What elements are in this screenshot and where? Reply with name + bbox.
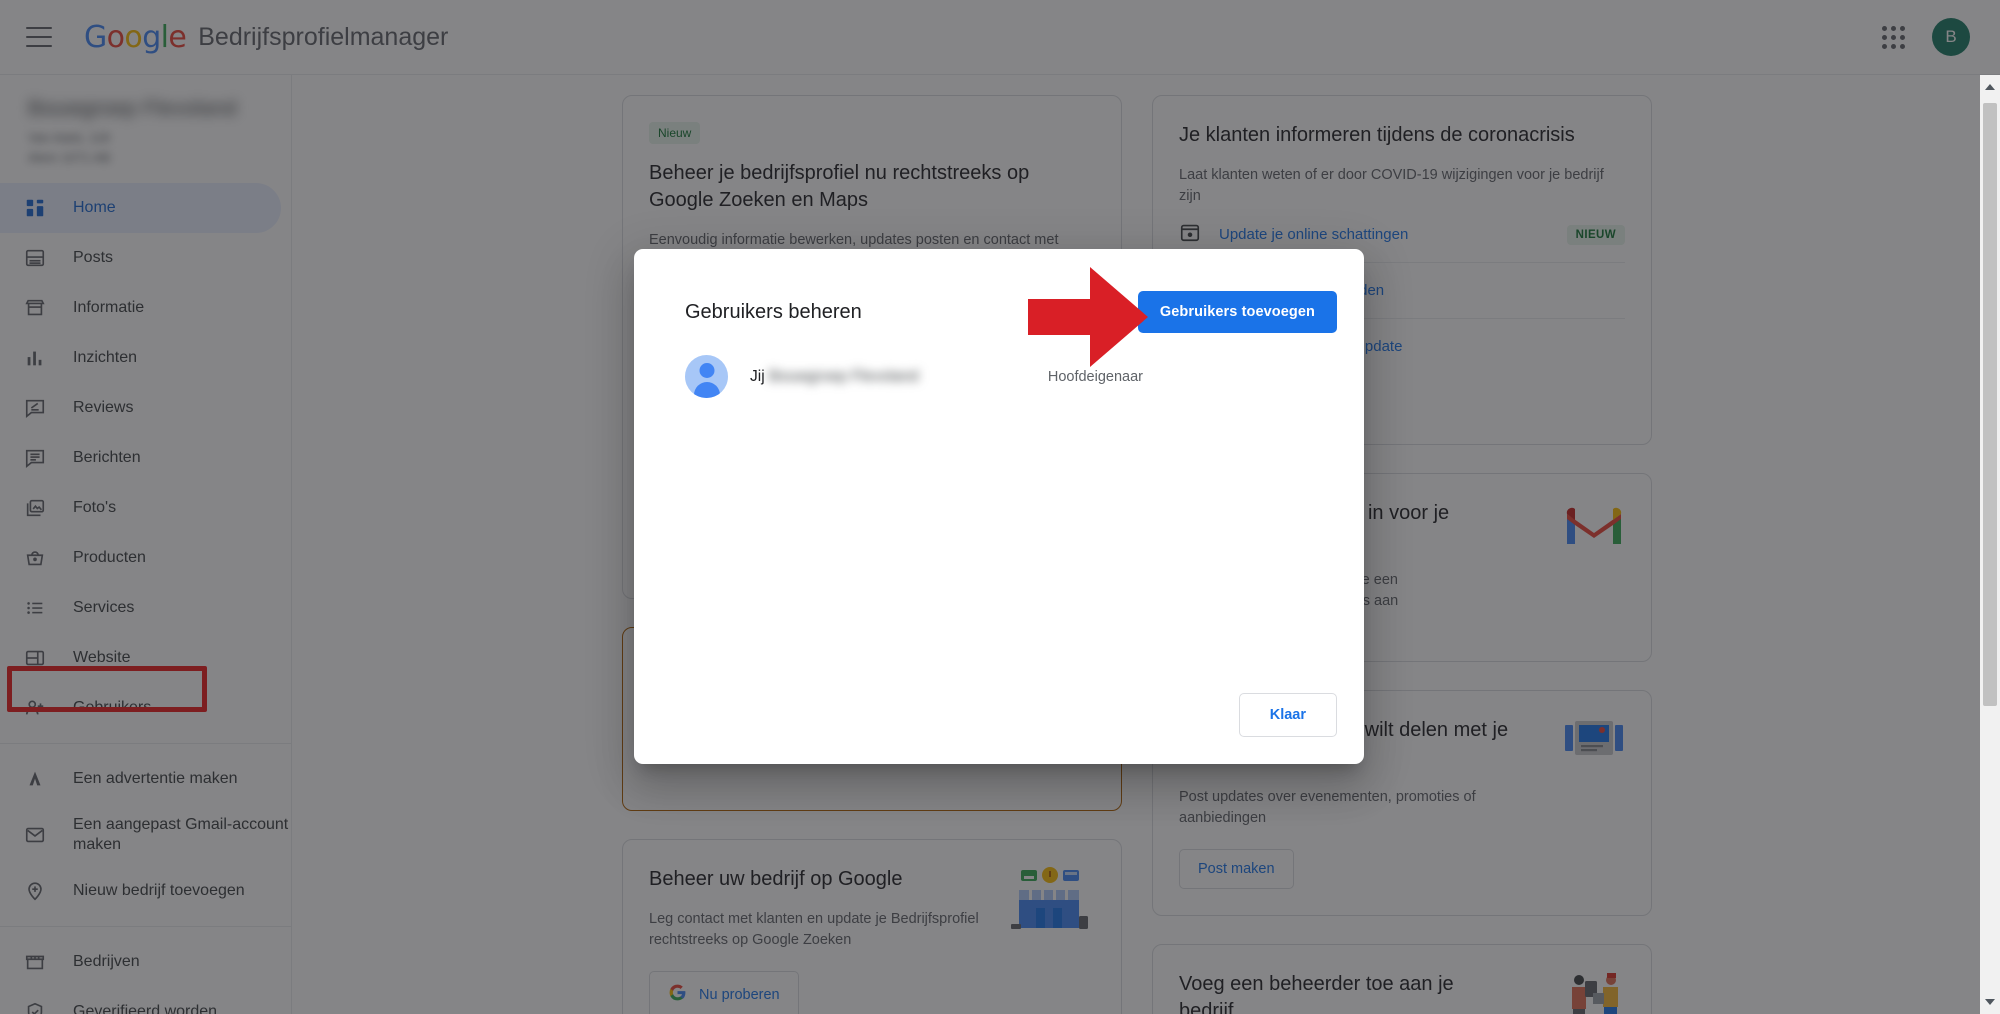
user-role: Hoofdeigenaar: [1047, 368, 1143, 385]
dialog-footer: Klaar: [1238, 693, 1337, 737]
scroll-up-arrow-icon[interactable]: [1980, 77, 2000, 97]
user-name-group: Jij Bouwgroep Flevoland: [750, 368, 919, 386]
page-scrollbar[interactable]: [1980, 75, 2000, 1014]
dialog-header: Gebruikers beheren Gebruikers toevoegen: [634, 249, 1364, 333]
app-root: Google Bedrijfsprofielmanager B Bouwgroe…: [0, 0, 2000, 1014]
add-users-button[interactable]: Gebruikers toevoegen: [1137, 291, 1337, 333]
user-list-item[interactable]: Jij Bouwgroep Flevoland Hoofdeigenaar: [634, 333, 1364, 398]
user-name: Bouwgroep Flevoland: [768, 367, 919, 385]
user-you-label: Jij: [750, 367, 765, 385]
manage-users-dialog: Gebruikers beheren Gebruikers toevoegen …: [634, 249, 1364, 764]
scrollbar-thumb[interactable]: [1983, 103, 1997, 706]
dialog-title: Gebruikers beheren: [685, 300, 862, 323]
done-button[interactable]: Klaar: [1238, 693, 1337, 737]
avatar: [685, 355, 728, 398]
scroll-down-arrow-icon[interactable]: [1980, 992, 2000, 1012]
